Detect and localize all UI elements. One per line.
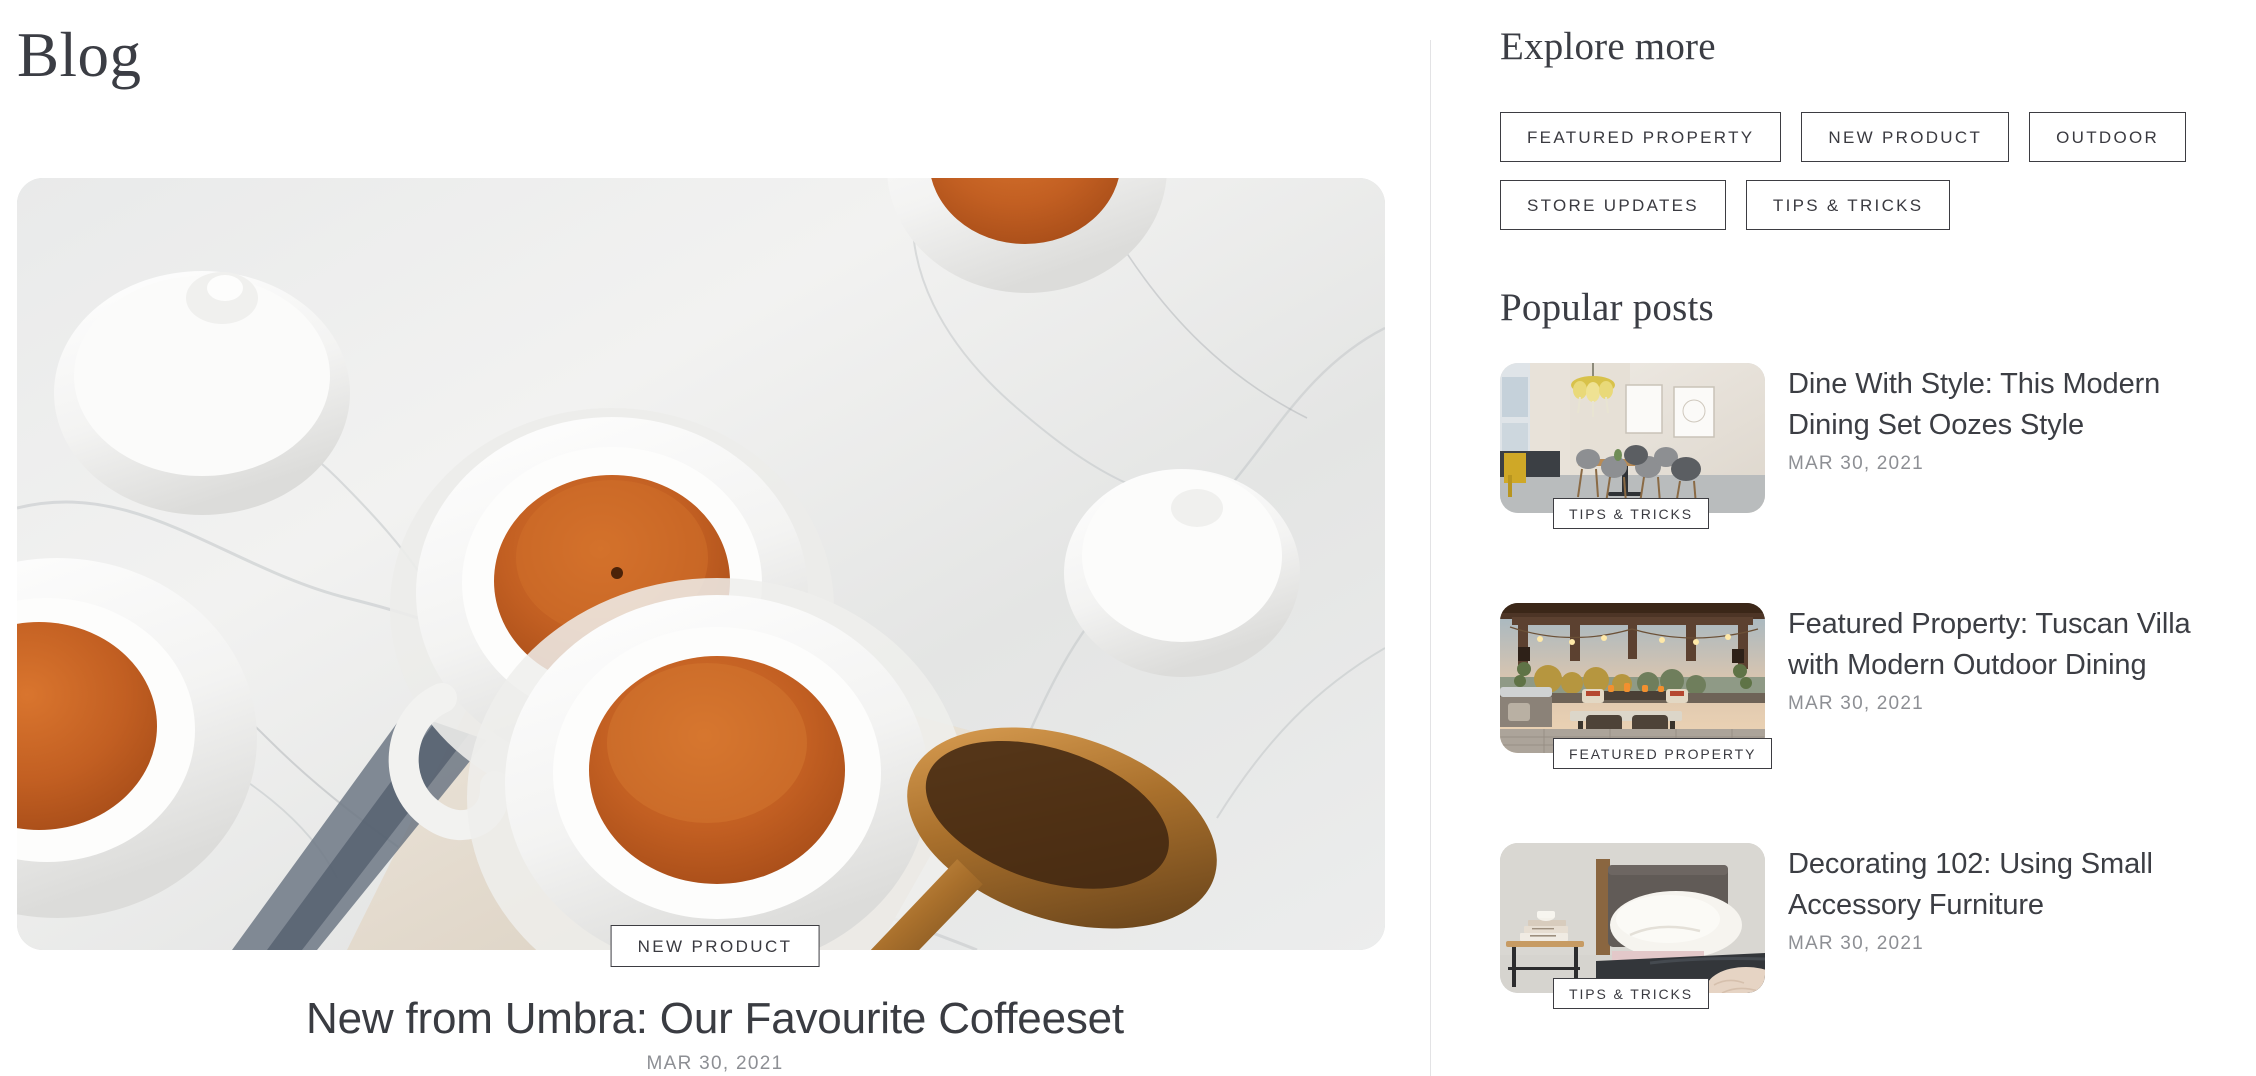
tag-new-product[interactable]: NEW PRODUCT — [1801, 112, 2010, 162]
featured-post-image[interactable] — [17, 178, 1385, 950]
featured-post-tag-badge[interactable]: NEW PRODUCT — [610, 925, 820, 967]
featured-post-card[interactable] — [17, 178, 1385, 950]
post-text-block: Dine With Style: This Modern Dining Set … — [1788, 363, 2200, 475]
featured-post-date: MAR 30, 2021 — [646, 1053, 784, 1074]
bedroom-nightstand-illustration — [1500, 843, 1765, 993]
post-thumbnail-wrap: TIPS & TRICKS — [1500, 843, 1765, 1009]
column-divider — [1430, 40, 1431, 1076]
post-date: MAR 30, 2021 — [1788, 453, 1924, 475]
outdoor-pergola-patio-illustration — [1500, 603, 1765, 753]
post-tag-badge[interactable]: TIPS & TRICKS — [1553, 498, 1710, 529]
tag-filter-list: FEATURED PROPERTY NEW PRODUCT OUTDOOR ST… — [1500, 112, 2200, 230]
post-tag-badge[interactable]: TIPS & TRICKS — [1553, 978, 1710, 1009]
tag-store-updates[interactable]: STORE UPDATES — [1500, 180, 1726, 230]
list-item[interactable]: TIPS & TRICKS Dine With Style: This Mode… — [1500, 363, 2200, 529]
explore-more-heading: Explore more — [1500, 25, 1716, 68]
post-title[interactable]: Featured Property: Tuscan Villa with Mod… — [1788, 604, 2200, 686]
post-thumbnail-image[interactable] — [1500, 603, 1765, 753]
post-date: MAR 30, 2021 — [1788, 933, 1924, 955]
post-thumbnail-image[interactable] — [1500, 363, 1765, 513]
post-text-block: Featured Property: Tuscan Villa with Mod… — [1788, 603, 2200, 715]
list-item[interactable]: TIPS & TRICKS Decorating 102: Using Smal… — [1500, 843, 2200, 1009]
post-text-block: Decorating 102: Using Small Accessory Fu… — [1788, 843, 2200, 955]
post-thumbnail-image[interactable] — [1500, 843, 1765, 993]
popular-posts-heading: Popular posts — [1500, 286, 1714, 329]
popular-posts-list: TIPS & TRICKS Dine With Style: This Mode… — [1500, 363, 2200, 1009]
post-thumbnail-wrap: TIPS & TRICKS — [1500, 363, 1765, 529]
modern-dining-room-illustration — [1500, 363, 1765, 513]
main-content-column: Blog NEW PRODUCT New from Umbra: Our Fav… — [0, 0, 1430, 1076]
tag-featured-property[interactable]: FEATURED PROPERTY — [1500, 112, 1782, 162]
post-tag-badge[interactable]: FEATURED PROPERTY — [1553, 738, 1773, 769]
post-title[interactable]: Decorating 102: Using Small Accessory Fu… — [1788, 844, 2200, 926]
post-title[interactable]: Dine With Style: This Modern Dining Set … — [1788, 364, 2200, 446]
espresso-cups-marble-illustration — [17, 178, 1385, 950]
tag-tips-and-tricks[interactable]: TIPS & TRICKS — [1745, 180, 1951, 230]
tag-outdoor[interactable]: OUTDOOR — [2029, 112, 2187, 162]
sidebar-column: Explore more FEATURED PROPERTY NEW PRODU… — [1500, 0, 2200, 1076]
featured-post-title[interactable]: New from Umbra: Our Favourite Coffeeset — [0, 993, 1430, 1046]
page-title: Blog — [17, 20, 142, 90]
list-item[interactable]: FEATURED PROPERTY Featured Property: Tus… — [1500, 603, 2200, 769]
post-date: MAR 30, 2021 — [1788, 693, 1924, 715]
blog-page: Blog NEW PRODUCT New from Umbra: Our Fav… — [0, 0, 2256, 1076]
post-thumbnail-wrap: FEATURED PROPERTY — [1500, 603, 1773, 769]
